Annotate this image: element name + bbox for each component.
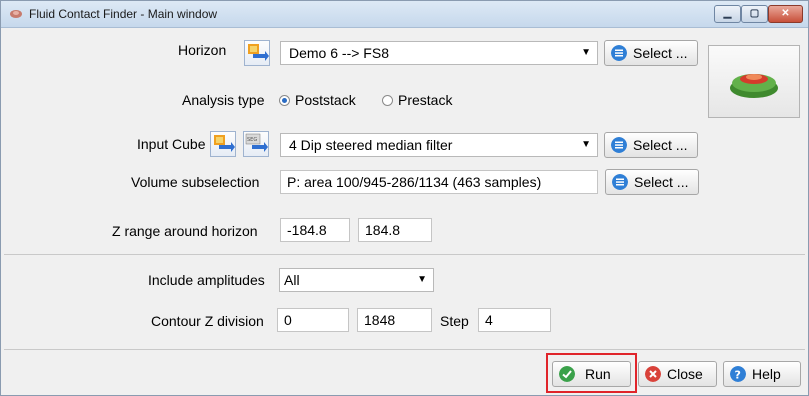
horizon-select[interactable]: Demo 6 --> FS8 ▼ — [280, 41, 598, 65]
maximize-icon: ▢ — [749, 8, 760, 19]
list-icon — [612, 174, 628, 190]
checkmark-icon — [559, 366, 575, 382]
input-cube-label: Input Cube — [137, 136, 206, 152]
contour-step-field[interactable]: 4 — [478, 308, 551, 332]
close-button[interactable]: Close — [638, 361, 717, 387]
help-label: Help — [752, 366, 781, 382]
segy-import-icon: SEG — [245, 133, 268, 152]
step-label: Step — [440, 313, 469, 329]
separator — [4, 254, 805, 255]
window-title: Fluid Contact Finder - Main window — [29, 7, 218, 21]
prestack-label: Prestack — [398, 92, 453, 108]
contour-stop-field[interactable]: 1848 — [357, 308, 432, 332]
z-range-min-field[interactable]: -184.8 — [280, 218, 350, 242]
cube-import-icon — [214, 135, 235, 152]
list-icon — [611, 137, 627, 153]
input-cube-value: 4 Dip steered median filter — [289, 137, 453, 153]
close-window-button[interactable]: ✕ — [768, 5, 803, 23]
analysis-type-label: Analysis type — [182, 92, 265, 108]
contour-z-division-label: Contour Z division — [151, 313, 264, 329]
poststack-label: Poststack — [295, 92, 356, 108]
horizon-select-button[interactable]: Select ... — [604, 40, 698, 66]
include-amplitudes-select[interactable]: All ▼ — [279, 268, 434, 292]
include-amplitudes-label: Include amplitudes — [148, 272, 265, 288]
minimize-button[interactable]: ▁ — [714, 5, 741, 23]
volume-select-label: Select ... — [634, 174, 689, 190]
contour-start-field[interactable]: 0 — [277, 308, 349, 332]
help-button[interactable]: ? Help — [723, 361, 801, 387]
close-icon: ✕ — [781, 8, 790, 19]
maximize-button[interactable]: ▢ — [741, 5, 768, 23]
chevron-down-icon: ▼ — [581, 139, 591, 150]
run-label: Run — [585, 366, 611, 382]
horizon-import-icon — [248, 44, 269, 61]
input-cube-segy-button[interactable]: SEG — [243, 131, 269, 157]
chevron-down-icon: ▼ — [417, 274, 427, 285]
separator — [4, 349, 805, 350]
app-icon — [10, 10, 22, 18]
z-range-label: Z range around horizon — [112, 223, 258, 239]
close-label: Close — [667, 366, 703, 382]
title-bar[interactable]: Fluid Contact Finder - Main window ▁ ▢ ✕ — [1, 1, 808, 28]
main-window: Fluid Contact Finder - Main window ▁ ▢ ✕… — [0, 0, 809, 396]
svg-text:?: ? — [735, 369, 741, 382]
volume-select-button[interactable]: Select ... — [605, 169, 699, 195]
list-icon — [611, 45, 627, 61]
z-range-max-field[interactable]: 184.8 — [358, 218, 432, 242]
minimize-icon: ▁ — [723, 8, 732, 19]
horizon-display-button[interactable] — [708, 45, 800, 118]
horizon-input-button[interactable] — [244, 40, 270, 66]
input-cube-select[interactable]: 4 Dip steered median filter ▼ — [280, 133, 598, 157]
horizon-select-label: Select ... — [633, 45, 688, 61]
svg-text:SEG: SEG — [247, 137, 257, 143]
dialog-content: Horizon Demo 6 --> FS8 ▼ Select ... Anal… — [1, 28, 808, 395]
include-amplitudes-value: All — [284, 272, 300, 288]
chevron-down-icon: ▼ — [581, 47, 591, 58]
volume-subselection-field[interactable]: P: area 100/945-286/1134 (463 samples) — [280, 170, 598, 194]
close-circle-icon — [645, 366, 661, 382]
input-cube-select-label: Select ... — [633, 137, 688, 153]
horizon-label: Horizon — [178, 42, 227, 58]
prestack-radio[interactable] — [382, 95, 393, 106]
input-cube-select-button[interactable]: Select ... — [604, 132, 698, 158]
horizon-surface-icon — [730, 74, 778, 98]
input-cube-import-button[interactable] — [210, 131, 236, 157]
horizon-value: Demo 6 --> FS8 — [289, 45, 389, 61]
poststack-radio[interactable] — [279, 95, 290, 106]
help-icon: ? — [730, 366, 746, 382]
volume-subselection-label: Volume subselection — [131, 174, 260, 190]
run-button[interactable]: Run — [552, 361, 631, 387]
